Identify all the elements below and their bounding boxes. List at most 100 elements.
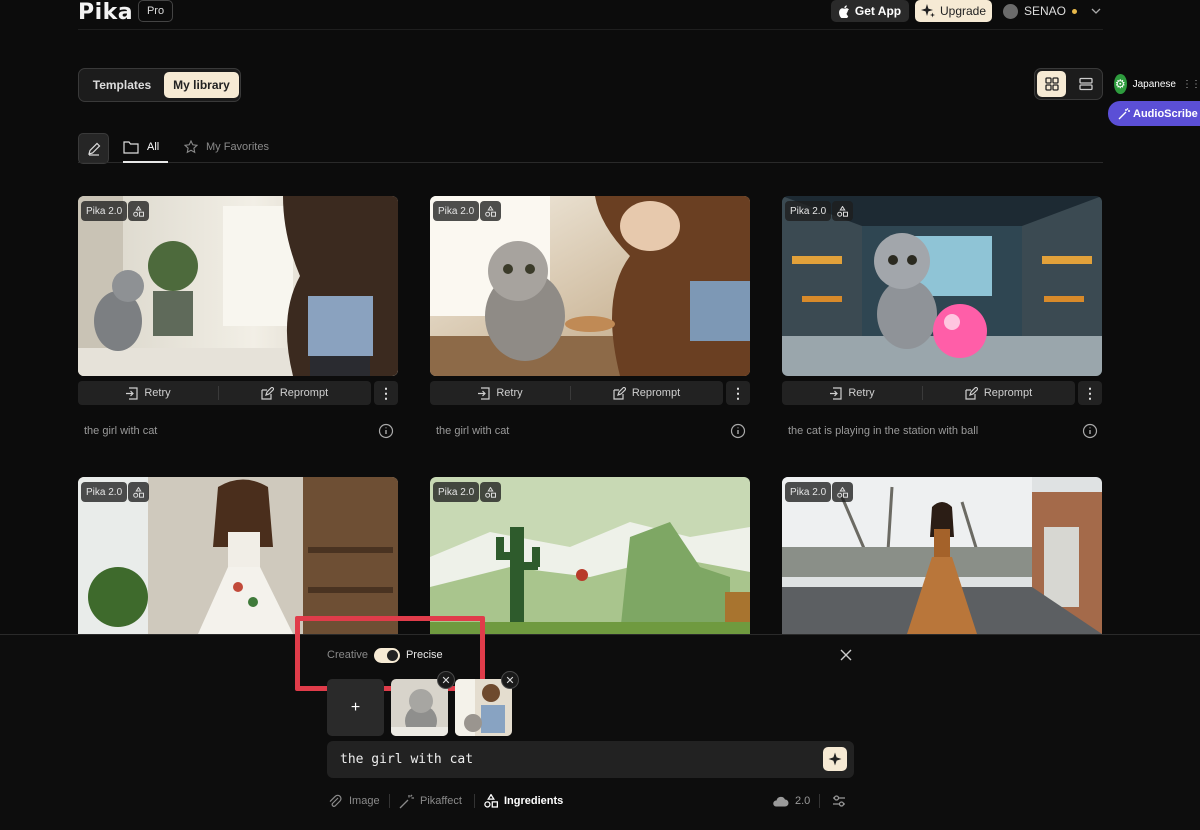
card-action-bar: Retry Reprompt [430, 381, 723, 405]
filter-favorites[interactable]: My Favorites [184, 138, 269, 156]
user-menu[interactable]: SENAO [1003, 0, 1103, 22]
retry-button[interactable]: Retry [782, 381, 922, 405]
reprompt-label: Reprompt [631, 387, 681, 399]
shapes-icon [133, 205, 144, 217]
tab-templates[interactable]: Templates [82, 72, 162, 98]
reprompt-button[interactable]: Reprompt [570, 381, 723, 405]
list-view-icon [1078, 77, 1093, 91]
avatar [1003, 3, 1018, 19]
close-icon[interactable] [839, 648, 853, 662]
chevron-down-icon [1091, 8, 1101, 14]
image-tool-label: Image [349, 795, 380, 807]
shapes-icon [484, 794, 498, 808]
ingredients-tool-label: Ingredients [504, 795, 564, 807]
prompt-text[interactable]: the girl with cat [340, 752, 473, 767]
card-actions: Retry Reprompt ⋮ [78, 381, 398, 405]
video-thumbnail[interactable]: Pika 2.0 [430, 477, 750, 634]
pencil-icon [87, 142, 100, 156]
remove-ingredient-button[interactable]: ✕ [501, 671, 519, 689]
shapes-icon [133, 486, 144, 498]
ingredient-thumbnail[interactable] [391, 679, 448, 736]
info-icon[interactable] [378, 423, 394, 439]
pika-library-page: Pika Pro Get App Upgrade SENAO Templates… [0, 0, 1200, 830]
info-icon[interactable] [730, 423, 746, 439]
model-badge: Pika 2.0 [433, 201, 480, 221]
filter-divider [78, 162, 1103, 163]
mode-creative-label[interactable]: Creative [327, 649, 368, 661]
drag-handle-icon[interactable]: ⋮⋮ [1182, 79, 1200, 90]
retry-label: Retry [496, 387, 523, 399]
grid-view-button[interactable] [1037, 71, 1066, 97]
translator-extension[interactable]: ⚙ Japanese ⋮⋮ [1114, 72, 1200, 96]
pikaffect-tool-button[interactable]: Pikaffect [399, 792, 462, 810]
filter-all-label: All [147, 141, 160, 153]
ingredients-badge [832, 201, 853, 221]
toolbar-divider [389, 794, 390, 808]
creative-precise-toggle[interactable] [373, 647, 400, 663]
get-app-label: Get App [854, 4, 902, 18]
grid-view-icon [1044, 77, 1059, 91]
thumbnail-girl-cat-kitchen [78, 196, 398, 376]
ingredients-tool-button[interactable]: Ingredients [484, 792, 563, 810]
filter-all[interactable]: All [123, 138, 159, 156]
reprompt-button[interactable]: Reprompt [922, 381, 1075, 405]
add-ingredient-button[interactable]: + [327, 679, 384, 736]
star-icon [184, 140, 198, 154]
more-options-button[interactable]: ⋮ [1078, 381, 1102, 405]
mode-precise-label[interactable]: Precise [406, 649, 443, 661]
ingredients-badge [480, 482, 501, 502]
plan-badge: Pro [138, 0, 173, 22]
edit-button[interactable] [78, 133, 109, 164]
ingredient-thumbnail[interactable] [455, 679, 512, 736]
video-thumbnail[interactable]: Pika 2.0 [782, 196, 1102, 376]
generate-button[interactable] [823, 747, 847, 771]
retry-label: Retry [144, 387, 171, 399]
folder-icon [123, 141, 139, 154]
tab-my-library[interactable]: My library [164, 72, 239, 98]
video-thumbnail[interactable]: Pika 2.0 [78, 477, 398, 634]
video-thumbnail[interactable]: Pika 2.0 [430, 196, 750, 376]
header-divider [78, 29, 1103, 30]
model-badge: Pika 2.0 [433, 482, 480, 502]
retry-button[interactable]: Retry [430, 381, 570, 405]
info-icon[interactable] [1082, 423, 1098, 439]
mode-switch: Creative Precise [327, 646, 443, 664]
apple-icon [838, 4, 849, 18]
card-action-bar: Retry Reprompt [78, 381, 371, 405]
thumbnail-girl-cat-window [430, 196, 750, 376]
ingredients-badge [832, 482, 853, 502]
pika-logo[interactable]: Pika [78, 0, 133, 25]
sparkle-icon [828, 752, 842, 766]
image-tool-button[interactable]: Image [327, 792, 380, 810]
toolbar-divider [474, 794, 475, 808]
retry-button[interactable]: Retry [78, 381, 218, 405]
reprompt-button[interactable]: Reprompt [218, 381, 371, 405]
more-options-button[interactable]: ⋮ [374, 381, 398, 405]
ingredients-badge [128, 201, 149, 221]
edit-icon [613, 386, 626, 400]
ingredients-badge [128, 482, 149, 502]
retry-icon [126, 386, 138, 400]
prompt-input[interactable]: the girl with cat [327, 741, 854, 778]
sliders-icon [833, 795, 845, 807]
list-view-button[interactable] [1071, 71, 1100, 97]
retry-icon [478, 386, 490, 400]
upgrade-button[interactable]: Upgrade [915, 0, 992, 22]
remove-ingredient-button[interactable]: ✕ [437, 671, 455, 689]
card-actions: Retry Reprompt ⋮ [782, 381, 1102, 405]
more-options-button[interactable]: ⋮ [726, 381, 750, 405]
prompt-panel [0, 634, 1200, 830]
retry-label: Retry [848, 387, 875, 399]
settings-button[interactable] [832, 792, 846, 810]
get-app-button[interactable]: Get App [831, 0, 909, 22]
magic-wand-icon [399, 794, 414, 808]
video-thumbnail[interactable]: Pika 2.0 [782, 477, 1102, 634]
audioscribe-button[interactable]: AudioScribe [1108, 101, 1200, 126]
video-thumbnail[interactable]: Pika 2.0 [78, 196, 398, 376]
video-caption: the girl with cat [84, 425, 158, 437]
filter-favorites-label: My Favorites [206, 141, 269, 153]
video-caption: the cat is playing in the station with b… [788, 425, 979, 437]
toolbar-divider [819, 794, 820, 808]
model-version-selector[interactable]: 2.0 [772, 792, 810, 810]
shapes-icon [837, 486, 848, 498]
